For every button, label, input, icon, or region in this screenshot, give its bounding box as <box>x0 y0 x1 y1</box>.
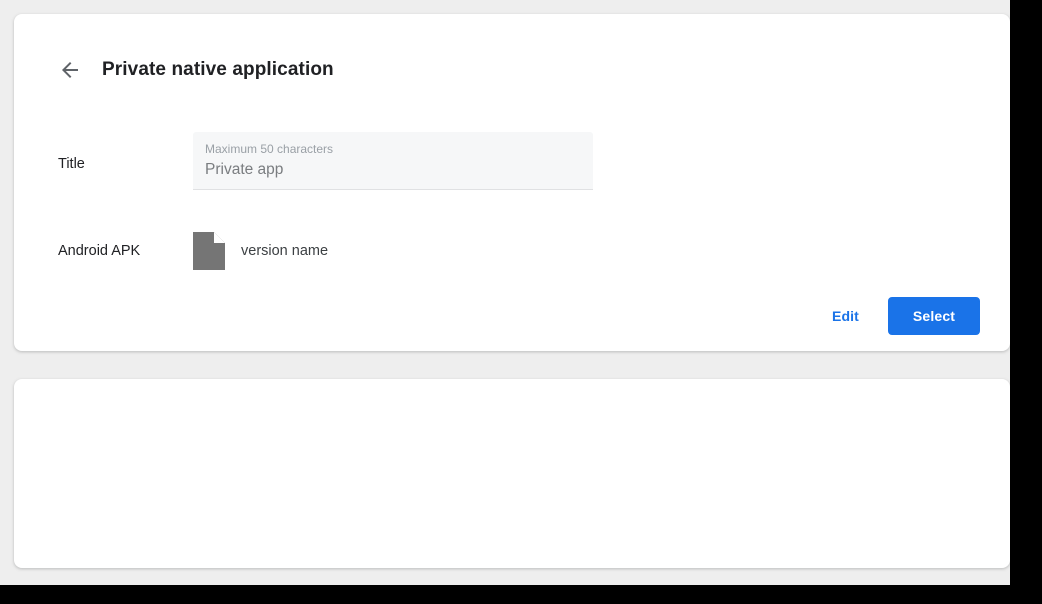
page-title: Private native application <box>102 59 334 80</box>
advanced-editing-card: Google Play Console Advanced editing opt… <box>14 379 1010 568</box>
apk-file-entry: version name <box>193 232 328 270</box>
title-input[interactable]: Maximum 50 characters Private app <box>193 132 593 190</box>
android-apk-row: Android APK version name <box>58 232 328 270</box>
select-button[interactable]: Select <box>888 297 980 335</box>
android-apk-label: Android APK <box>58 243 141 259</box>
arrow-left-icon[interactable] <box>58 58 82 82</box>
edit-button[interactable]: Edit <box>817 299 874 333</box>
title-hint: Maximum 50 characters <box>205 142 334 156</box>
title-input-value: Private app <box>205 161 284 178</box>
title-label: Title <box>58 156 85 172</box>
private-app-card: Private native application Title Maximum… <box>14 14 1010 351</box>
apk-version-name: version name <box>241 243 329 259</box>
page-viewport: Private native application Title Maximum… <box>0 0 1010 585</box>
card-header: Private native application <box>58 58 334 82</box>
file-document-icon <box>193 232 225 270</box>
card-actions: Edit Select <box>817 297 980 335</box>
title-field-row: Title Maximum 50 characters Private app <box>58 132 593 190</box>
